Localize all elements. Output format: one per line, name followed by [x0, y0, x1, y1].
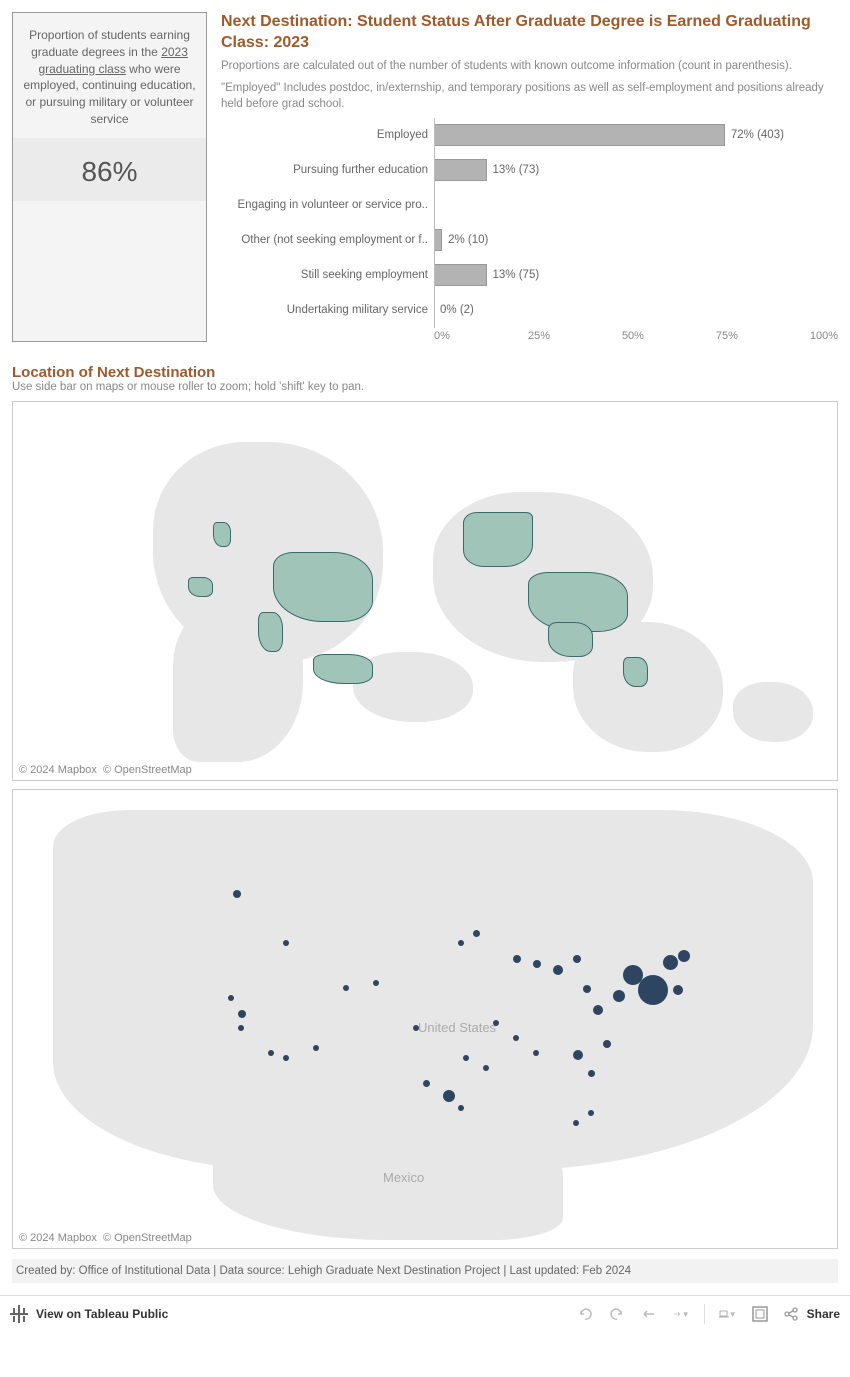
- share-button[interactable]: Share: [783, 1306, 840, 1322]
- bar-label: 13% (73): [493, 164, 540, 176]
- stat-value: 86%: [13, 138, 206, 201]
- chart-categories: Employed Pursuing further education Enga…: [221, 118, 434, 342]
- usa-label: United States: [418, 1020, 496, 1035]
- footer-note: Created by: Office of Institutional Data…: [12, 1259, 838, 1283]
- cat-label: Still seeking employment: [221, 258, 434, 293]
- redo-icon[interactable]: [608, 1305, 626, 1323]
- toolbar-divider: [704, 1304, 705, 1324]
- world-map[interactable]: © 2024 Mapbox © OpenStreetMap: [12, 401, 838, 781]
- tableau-toolbar: View on Tableau Public ▼ ▼ Share: [0, 1295, 850, 1333]
- country-indonesia[interactable]: [313, 654, 373, 684]
- device-icon[interactable]: ▼: [719, 1305, 737, 1323]
- undo-icon[interactable]: [576, 1305, 594, 1323]
- location-subtitle: Use side bar on maps or mouse roller to …: [12, 381, 838, 393]
- country-morocco[interactable]: [188, 577, 213, 597]
- bar-label: 72% (403): [731, 129, 784, 141]
- revert-icon[interactable]: [640, 1305, 658, 1323]
- location-title: Location of Next Destination: [12, 364, 838, 381]
- stat-box: Proportion of students earning graduate …: [12, 12, 207, 342]
- country-colombia[interactable]: [623, 657, 648, 687]
- fullscreen-icon[interactable]: [751, 1305, 769, 1323]
- x-axis: 0% 25% 50% 75% 100%: [434, 330, 838, 342]
- country-india[interactable]: [258, 612, 283, 652]
- usa-map[interactable]: United States Mexico: [12, 789, 838, 1249]
- country-alaska[interactable]: [463, 512, 533, 567]
- map-attribution: © 2024 Mapbox © OpenStreetMap: [19, 764, 192, 776]
- y-axis-line: [434, 118, 435, 328]
- chart-subtitle: Proportions are calculated out of the nu…: [221, 58, 838, 74]
- map-attribution-2: © 2024 Mapbox © OpenStreetMap: [19, 1232, 192, 1244]
- bar-label: 2% (10): [448, 234, 488, 246]
- share-icon: [783, 1306, 799, 1322]
- share-label: Share: [807, 1307, 840, 1321]
- country-uk[interactable]: [213, 522, 231, 547]
- country-mexico[interactable]: [548, 622, 593, 657]
- view-on-tableau-button[interactable]: View on Tableau Public: [10, 1305, 168, 1323]
- cat-label: Other (not seeking employment or f..: [221, 223, 434, 258]
- cat-label: Engaging in volunteer or service pro..: [221, 188, 434, 223]
- cat-label: Undertaking military service: [221, 293, 434, 328]
- tableau-logo-icon: [10, 1305, 28, 1323]
- bar-chart[interactable]: Employed Pursuing further education Enga…: [221, 118, 838, 342]
- bar-label: 0% (2): [440, 304, 474, 316]
- chart-bars: 72% (403) 13% (73) 2% (10) 13% (75) 0% (…: [434, 118, 838, 342]
- chart-subtitle-2: "Employed" Includes postdoc, in/externsh…: [221, 80, 838, 112]
- mex-label: Mexico: [383, 1170, 424, 1185]
- cat-label: Employed: [221, 118, 434, 153]
- bar-label: 13% (75): [493, 269, 540, 281]
- view-label: View on Tableau Public: [36, 1307, 168, 1321]
- chart-title: Next Destination: Student Status After G…: [221, 12, 838, 54]
- country-china[interactable]: [273, 552, 373, 622]
- refresh-icon[interactable]: ▼: [672, 1305, 690, 1323]
- cat-label: Pursuing further education: [221, 153, 434, 188]
